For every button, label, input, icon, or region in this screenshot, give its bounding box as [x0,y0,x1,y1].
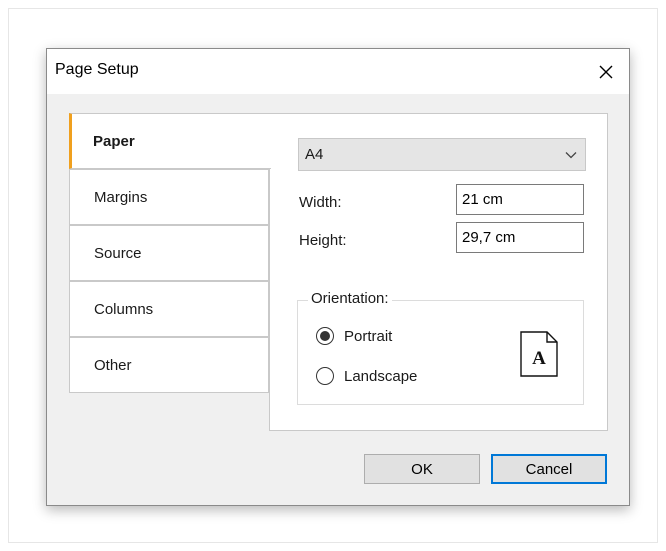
tab-columns[interactable]: Columns [69,281,269,337]
radio-selected-dot [320,331,330,341]
close-icon [599,65,613,78]
page-portrait-icon: A [520,331,558,377]
landscape-label: Landscape [344,367,418,385]
title-bar: Page Setup [47,49,629,94]
tab-label: Other [94,356,132,374]
landscape-radio[interactable]: Landscape [316,367,417,385]
tab-label: Paper [93,132,135,150]
tab-label: Source [94,244,142,262]
tab-other[interactable]: Other [69,337,269,393]
portrait-label: Portrait [344,327,393,345]
tab-label: Margins [94,188,148,206]
tab-paper[interactable]: Paper [69,113,271,169]
dialog-title: Page Setup [55,61,139,78]
orientation-group: Orientation: Portrait Landscape A [297,290,584,405]
tab-source[interactable]: Source [69,225,269,281]
tab-label: Columns [94,300,154,318]
page-icon-letter: A [532,348,546,369]
page-setup-dialog: Page Setup Paper Margins Source Columns … [46,48,630,506]
landscape-radio-button[interactable] [316,367,334,385]
cancel-button[interactable]: Cancel [491,454,607,484]
ok-button[interactable]: OK [364,454,480,484]
close-button[interactable] [583,49,629,94]
chevron-down-icon [565,152,577,159]
paper-panel: A4 Width: Height: Orientation: Portrait … [269,113,608,431]
paper-size-value: A4 [305,146,324,163]
paper-size-select[interactable]: A4 [298,138,586,171]
width-label: Width: [299,194,342,211]
portrait-radio-button[interactable] [316,327,334,345]
orientation-label: Orientation: [308,290,392,307]
tab-margins[interactable]: Margins [69,169,269,225]
height-label: Height: [299,232,347,249]
portrait-radio[interactable]: Portrait [316,327,392,345]
width-field[interactable] [456,184,584,215]
height-field[interactable] [456,222,584,253]
